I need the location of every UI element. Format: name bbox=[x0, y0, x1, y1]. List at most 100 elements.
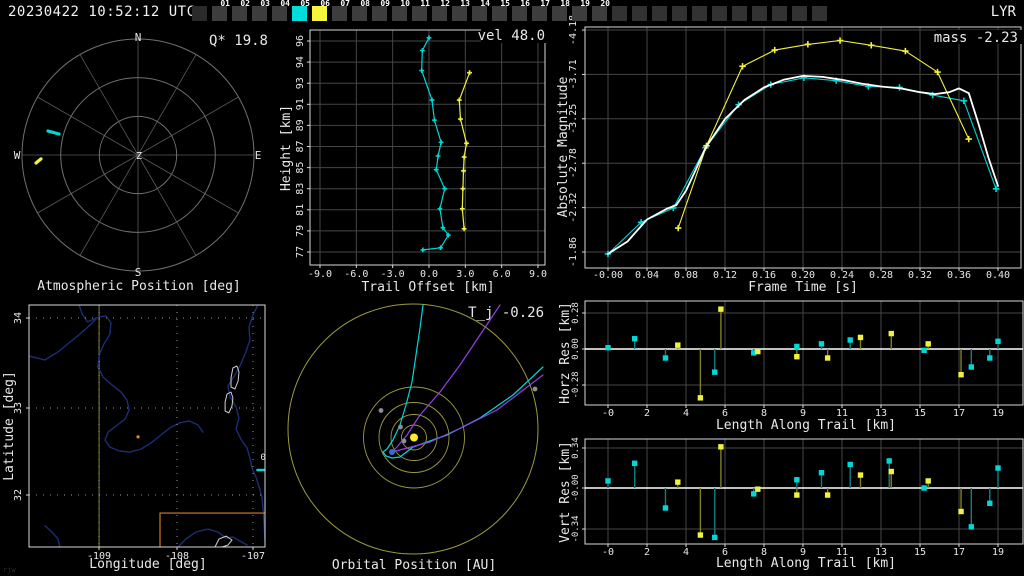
svg-text:91: 91 bbox=[295, 98, 306, 110]
mag-ylabel: Absolute Magnitude bbox=[556, 76, 571, 217]
station-box-05[interactable] bbox=[292, 6, 307, 21]
svg-text:-0.00: -0.00 bbox=[593, 270, 623, 281]
station-box-label: 08 bbox=[360, 0, 370, 8]
station-box-blank[interactable] bbox=[632, 6, 647, 21]
station-box-03[interactable] bbox=[252, 6, 267, 21]
station-box-label: 04 bbox=[280, 0, 290, 8]
station-box-06[interactable] bbox=[312, 6, 327, 21]
station-box-01[interactable] bbox=[212, 6, 227, 21]
compass-w-label: W bbox=[14, 149, 21, 162]
q-annotation: Q* 19.8 bbox=[209, 33, 268, 49]
map-ylabel: Latitude [deg] bbox=[2, 371, 17, 481]
svg-text:0.0: 0.0 bbox=[420, 269, 438, 280]
svg-text:0.04: 0.04 bbox=[635, 270, 659, 281]
station-box-blank[interactable] bbox=[692, 6, 707, 21]
ground-map-plot: -109 -108 -1073433320 bbox=[13, 304, 266, 562]
station-box-label: 20 bbox=[600, 0, 610, 8]
horz-ylabel: Horz Res [km] bbox=[558, 302, 573, 404]
svg-text:94: 94 bbox=[295, 56, 306, 68]
svg-text:79: 79 bbox=[295, 225, 306, 237]
svg-text:3.0: 3.0 bbox=[456, 269, 474, 280]
app-window: 20230422 10:52:12 UTC 01 02 03 04 05 06 07 08 09… bbox=[0, 0, 1024, 576]
vert-ylabel: Vert Res [km] bbox=[558, 441, 573, 543]
svg-text:-1.86: -1.86 bbox=[568, 237, 579, 267]
station-box-09[interactable] bbox=[372, 6, 387, 21]
station-box-blank[interactable] bbox=[612, 6, 627, 21]
svg-text:4: 4 bbox=[683, 547, 689, 558]
station-box-blank[interactable] bbox=[652, 6, 667, 21]
station-box-18[interactable] bbox=[552, 6, 567, 21]
station-box-label: 14 bbox=[480, 0, 490, 8]
svg-text:17: 17 bbox=[953, 408, 965, 419]
station-box-19[interactable] bbox=[572, 6, 587, 21]
map-xlabel: Longitude [deg] bbox=[89, 557, 206, 572]
mag-xlabel: Frame Time [s] bbox=[748, 280, 858, 295]
svg-text:32: 32 bbox=[13, 489, 24, 501]
svg-text:89: 89 bbox=[295, 119, 306, 131]
station-box-label: 18 bbox=[560, 0, 570, 8]
svg-text:81: 81 bbox=[295, 204, 306, 216]
station-box-17[interactable] bbox=[532, 6, 547, 21]
light-curve-plot: -0.00 0.04 0.08 0.12 0.16 0.20 0.24 0.28 0.32 0.3… bbox=[568, 15, 1022, 281]
station-box-20[interactable] bbox=[592, 6, 607, 21]
station-box-label: 02 bbox=[240, 0, 250, 8]
orbital-position-plot bbox=[287, 303, 544, 555]
station-box-label: 06 bbox=[320, 0, 330, 8]
svg-text:9.0: 9.0 bbox=[529, 269, 547, 280]
station-box-12[interactable] bbox=[432, 6, 447, 21]
watermark: rjw bbox=[3, 566, 16, 574]
station-box-label: 17 bbox=[540, 0, 550, 8]
orbit-title: Orbital Position [AU] bbox=[332, 558, 496, 573]
station-box-blank[interactable] bbox=[732, 6, 747, 21]
station-box-label: 13 bbox=[460, 0, 470, 8]
station-box-02[interactable] bbox=[232, 6, 247, 21]
svg-text:-9.0: -9.0 bbox=[308, 269, 332, 280]
station-box-blank[interactable] bbox=[752, 6, 767, 21]
station-box-label: 19 bbox=[580, 0, 590, 8]
svg-text:34: 34 bbox=[13, 312, 24, 324]
station-box-10[interactable] bbox=[392, 6, 407, 21]
trail-ylabel: Height [km] bbox=[279, 105, 294, 191]
station-box-blank[interactable] bbox=[792, 6, 807, 21]
station-box-blank[interactable] bbox=[192, 6, 207, 21]
station-box-blank[interactable] bbox=[772, 6, 787, 21]
station-box-07[interactable] bbox=[332, 6, 347, 21]
plots-canvas: -9.0 -6.0 -3.0 0.0 3.0 6.0 9.0 96 94 93 91 89 87 85 83… bbox=[2, 15, 1024, 574]
station-box-15[interactable] bbox=[492, 6, 507, 21]
svg-text:19: 19 bbox=[992, 408, 1004, 419]
station-box-blank[interactable] bbox=[672, 6, 687, 21]
shower-code-label: LYR bbox=[990, 4, 1016, 20]
svg-text:15: 15 bbox=[914, 408, 926, 419]
station-box-label: 07 bbox=[340, 0, 350, 8]
station-box-16[interactable] bbox=[512, 6, 527, 21]
station-box-08[interactable] bbox=[352, 6, 367, 21]
mass-annotation: mass -2.23 bbox=[934, 30, 1018, 46]
station-box-label: 03 bbox=[260, 0, 270, 8]
polar-title: Atmospheric Position [deg] bbox=[37, 279, 241, 294]
utc-clock: 20230422 10:52:12 UTC bbox=[8, 4, 196, 20]
svg-text:0.32: 0.32 bbox=[908, 270, 932, 281]
svg-text:2: 2 bbox=[644, 408, 650, 419]
station-box-11[interactable] bbox=[412, 6, 427, 21]
station-box-14[interactable] bbox=[472, 6, 487, 21]
svg-text:96: 96 bbox=[295, 35, 306, 47]
svg-text:0.28: 0.28 bbox=[869, 270, 893, 281]
svg-text:0.12: 0.12 bbox=[713, 270, 737, 281]
trail-xlabel: Trail Offset [km] bbox=[361, 280, 494, 295]
svg-text:19: 19 bbox=[992, 547, 1004, 558]
station-box-blank[interactable] bbox=[812, 6, 827, 21]
map-features bbox=[29, 305, 265, 547]
station-box-blank[interactable] bbox=[712, 6, 727, 21]
svg-text:-107: -107 bbox=[241, 551, 265, 562]
svg-text:0.40: 0.40 bbox=[986, 270, 1010, 281]
trail-offset-plot: -9.0 -6.0 -3.0 0.0 3.0 6.0 9.0 96 94 93 91 89 87 85 83… bbox=[295, 29, 547, 280]
station-box-label: 12 bbox=[440, 0, 450, 8]
compass-s-label: S bbox=[135, 266, 142, 279]
station-box-04[interactable] bbox=[272, 6, 287, 21]
svg-text:93: 93 bbox=[295, 77, 306, 89]
station-box-13[interactable] bbox=[452, 6, 467, 21]
svg-text:83: 83 bbox=[295, 183, 306, 195]
svg-text:-0: -0 bbox=[602, 408, 614, 419]
horizontal-residuals-plot: -0 2 4 6 8 9 11 13 15 17 190.280.00-0.28 bbox=[571, 300, 1024, 419]
vel-annotation: vel 48.0 bbox=[478, 28, 545, 44]
